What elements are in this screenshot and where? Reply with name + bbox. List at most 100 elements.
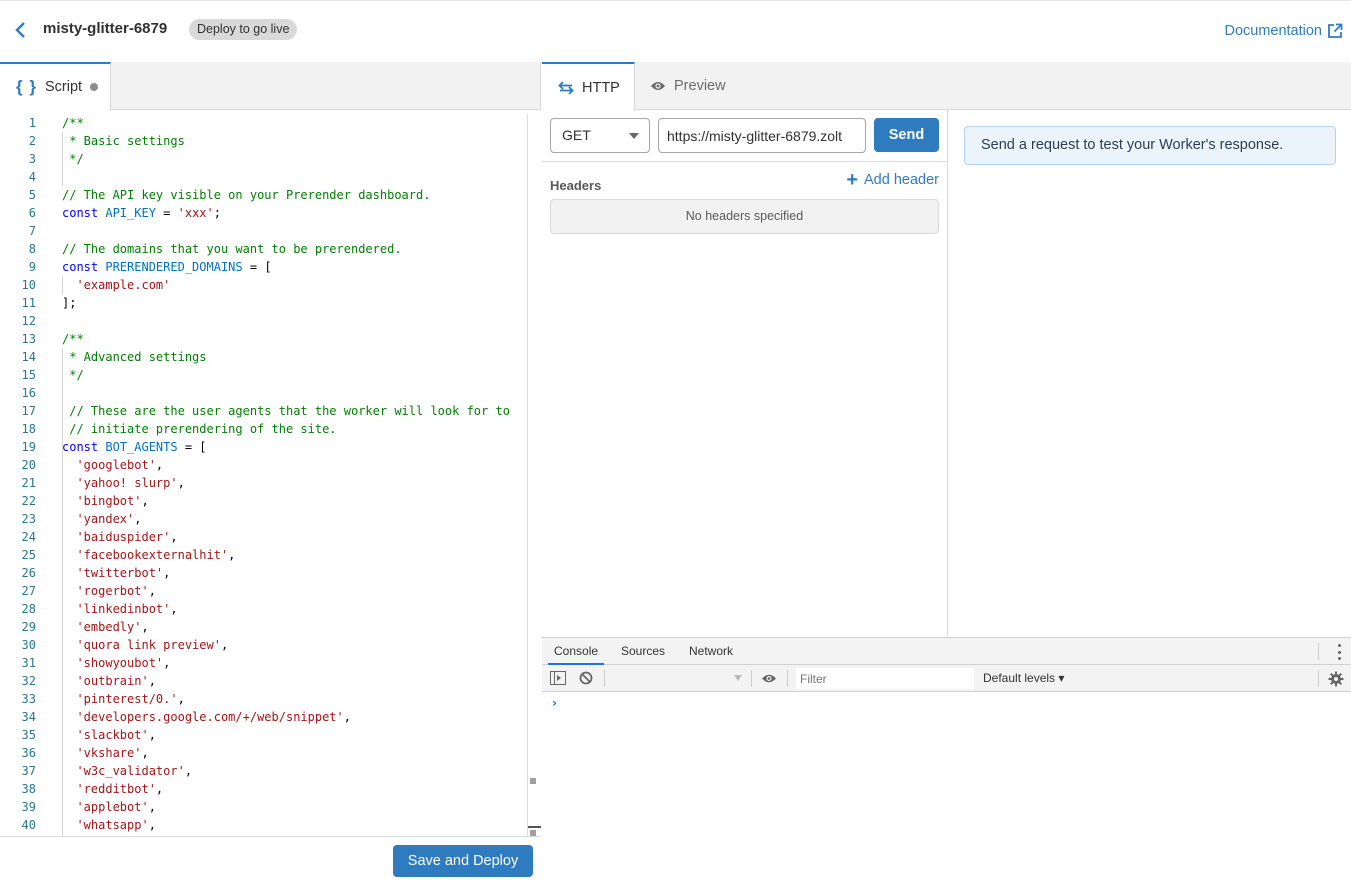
line-code: 'whatsapp', — [36, 816, 527, 834]
line-code: const API_KEY = 'xxx'; — [36, 204, 527, 222]
code-line: 32 'outbrain', — [0, 672, 527, 690]
arrows-swap-icon — [558, 80, 574, 95]
devtools-tab-network[interactable]: Network — [683, 638, 739, 665]
console-toolbar: Default levels ▾ — [542, 665, 1351, 692]
code-line: 25 'facebookexternalhit', — [0, 546, 527, 564]
devtools-tab-bar: Console Sources Network — [542, 638, 1351, 665]
caret-down-icon — [629, 133, 639, 139]
separator — [787, 670, 788, 687]
more-options-icon[interactable] — [1337, 644, 1341, 660]
tab-preview-label: Preview — [674, 78, 726, 94]
send-button[interactable]: Send — [874, 118, 939, 152]
code-token: , — [141, 746, 149, 760]
plus-icon: + — [846, 169, 859, 191]
code-line: 40 'whatsapp', — [0, 816, 527, 834]
code-token: */ — [62, 368, 84, 382]
line-number: 22 — [21, 494, 36, 508]
code-line: 37 'w3c_validator', — [0, 762, 527, 780]
line-code: 'developers.google.com/+/web/snippet', — [36, 708, 527, 726]
tab-http-label: HTTP — [582, 79, 620, 96]
code-line: 5 // The API key visible on your Prerende… — [0, 186, 527, 204]
line-number: 7 — [28, 224, 36, 238]
code-token: , — [163, 566, 171, 580]
code-line: 27 'rogerbot', — [0, 582, 527, 600]
gear-icon[interactable] — [1328, 671, 1344, 687]
code-editor[interactable]: 1/** 2 * Basic settings 3 */4 5// The API k… — [0, 110, 541, 836]
code-token: 'googlebot' — [62, 458, 156, 472]
tab-preview[interactable]: Preview — [650, 62, 726, 110]
url-input[interactable] — [658, 118, 866, 153]
line-code: 'baiduspider', — [36, 528, 527, 546]
save-and-deploy-button[interactable]: Save and Deploy — [393, 845, 533, 877]
back-button[interactable] — [12, 20, 32, 40]
code-line: 39 'applebot', — [0, 798, 527, 816]
code-line: 2 * Basic settings — [0, 132, 527, 150]
line-number: 16 — [21, 386, 36, 400]
sidebar-toggle-icon[interactable] — [550, 671, 566, 685]
separator — [1318, 670, 1319, 687]
chevron-left-icon — [15, 22, 25, 38]
code-line: 35 'slackbot', — [0, 726, 527, 744]
line-number: 9 — [28, 260, 36, 274]
method-select[interactable]: GET — [550, 118, 650, 153]
code-token: 'quora link preview' — [62, 638, 221, 652]
line-number: 36 — [21, 746, 36, 760]
line-code: // These are the user agents that the wo… — [36, 402, 527, 420]
eye-icon[interactable] — [761, 673, 777, 684]
code-token: = — [155, 206, 178, 220]
line-number: 18 — [21, 422, 36, 436]
editor-scrollbar[interactable] — [527, 114, 541, 836]
code-token: , — [177, 692, 185, 706]
line-number: 34 — [21, 710, 36, 724]
line-number: 38 — [21, 782, 36, 796]
tab-http[interactable]: HTTP — [542, 62, 635, 111]
code-token: , — [148, 818, 156, 832]
code-line: 11]; — [0, 294, 527, 312]
test-tab-bar: HTTP Preview — [542, 62, 1351, 111]
headers-empty-state: No headers specified — [550, 199, 939, 234]
code-token: 'yandex' — [62, 512, 135, 526]
code-token: 'baiduspider' — [62, 530, 171, 544]
tab-script[interactable]: { } Script — [0, 62, 111, 110]
code-token: , — [184, 764, 193, 778]
line-number: 11 — [21, 296, 36, 310]
deploy-status-badge: Deploy to go live — [189, 19, 298, 40]
code-line: 17 // These are the user agents that the… — [0, 402, 527, 420]
code-line: 16 — [0, 384, 527, 402]
log-levels-dropdown[interactable]: Default levels ▾ — [983, 665, 1064, 692]
request-row: GET Send — [550, 118, 939, 153]
devtools-tab-console[interactable]: Console — [548, 638, 605, 665]
code-token: 'w3c_validator' — [62, 764, 185, 778]
line-number: 10 — [21, 278, 36, 292]
documentation-label: Documentation — [1224, 23, 1322, 39]
code-token: /** — [62, 332, 84, 346]
documentation-link[interactable]: Documentation — [1224, 23, 1343, 39]
console-filter-input[interactable] — [796, 668, 974, 689]
unsaved-dot-icon — [90, 83, 99, 91]
test-panel: HTTP Preview GET Send Headers + Add head… — [542, 62, 1351, 884]
add-header-button[interactable]: + Add header — [846, 169, 939, 191]
line-code: /** — [36, 114, 527, 132]
context-select[interactable] — [606, 668, 746, 688]
line-number: 31 — [21, 656, 36, 670]
line-number: 27 — [21, 584, 36, 598]
code-line: 26 'twitterbot', — [0, 564, 527, 582]
clear-console-icon[interactable] — [579, 671, 593, 685]
code-line: 29 'embedly', — [0, 618, 527, 636]
console-prompt[interactable]: › — [552, 696, 557, 710]
eye-icon — [651, 82, 665, 90]
code-token: 'pinterest/0.' — [62, 692, 178, 706]
line-code: 'googlebot', — [36, 456, 527, 474]
line-number: 14 — [21, 350, 36, 364]
code-token: * Advanced settings — [62, 350, 207, 364]
code-token: , — [177, 476, 185, 490]
code-token: API_KEY — [105, 206, 156, 220]
devtools-tab-sources[interactable]: Sources — [615, 638, 671, 665]
code-line: 23 'yandex', — [0, 510, 527, 528]
scroll-marker — [530, 778, 536, 784]
code-token: , — [170, 530, 178, 544]
code-token: 'embedly' — [62, 620, 142, 634]
line-code: 'rogerbot', — [36, 582, 527, 600]
line-code: const BOT_AGENTS = [ — [36, 438, 527, 456]
